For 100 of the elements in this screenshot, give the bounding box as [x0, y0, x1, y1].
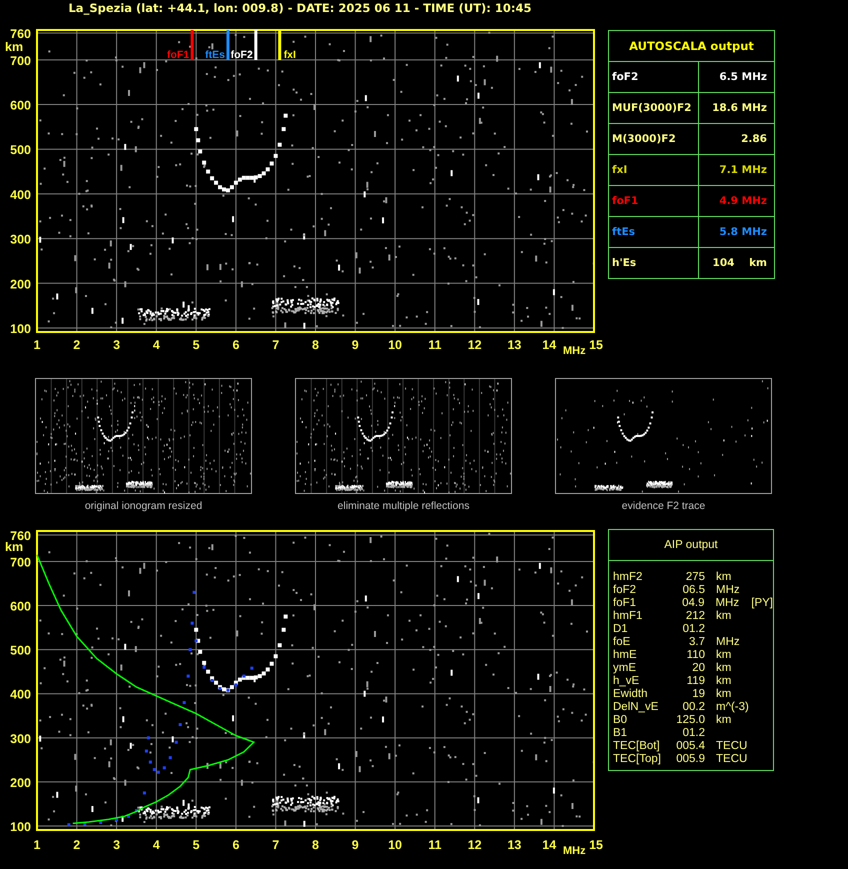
axis-tick-label: 7: [272, 838, 280, 852]
parameter-unit: km: [716, 610, 732, 622]
parameter-name: foF1: [612, 195, 638, 207]
axis-tick-label: 12: [468, 338, 482, 352]
parameter-value: 110: [686, 649, 705, 661]
axis-tick-label: 2: [73, 838, 80, 852]
parameter-value: 04.9: [682, 597, 704, 609]
axis-tick-label: 12: [468, 838, 482, 852]
axis-tick-label: 3: [113, 338, 120, 352]
axis-tick-label: 200: [10, 776, 31, 790]
parameter-name: ymE: [613, 662, 636, 674]
axis-tick-label: 100: [10, 322, 31, 336]
axis-unit-label: MHz: [563, 345, 586, 357]
axis-tick-label: 500: [10, 644, 31, 658]
axis-tick-label: 10: [388, 338, 402, 352]
axis-tick-label: 600: [10, 600, 31, 614]
parameter-name: B1: [613, 727, 628, 739]
axis-tick-label: 700: [10, 555, 31, 570]
axis-tick-label: 300: [10, 232, 31, 247]
axis-tick-label: 600: [10, 98, 31, 113]
axis-unit-label: km: [5, 40, 24, 54]
axis-tick-label: 15: [589, 838, 603, 852]
axis-tick-label: 1: [34, 838, 40, 852]
parameter-value: 4.9 MHz: [719, 195, 767, 207]
ionogram-title: La_Spezia (lat: +44.1, lon: 009.8) - DATE: 2025 06 11 - TIME (UT): 10:45: [67, 0, 533, 17]
axis-tick-label: 11: [428, 838, 442, 852]
parameter-name: Ewidth: [613, 688, 648, 700]
axis-tick-label: 14: [542, 838, 556, 852]
axis-unit-label: km: [5, 540, 24, 554]
flag-label: [PY]: [751, 597, 773, 610]
marker-label: foF2: [230, 49, 253, 61]
parameter-value: 212: [686, 610, 705, 622]
parameter-value: 20: [692, 662, 705, 674]
axis-tick-label: 8: [312, 838, 319, 852]
axis-tick-label: 4: [152, 838, 160, 852]
parameter-unit: MHz: [716, 636, 740, 648]
parameter-name: TEC[Top]: [613, 753, 661, 765]
axis-tick-label: 7: [272, 338, 280, 352]
parameter-unit: m^(-3): [716, 701, 749, 713]
parameter-value: 3.7: [689, 636, 705, 648]
parameter-value: 01.2: [682, 623, 705, 635]
axis-tick-label: 9: [352, 838, 359, 852]
marker-label: ftEs: [205, 49, 225, 61]
parameter-value: 275: [686, 571, 705, 583]
parameter-name: fxI: [612, 164, 628, 176]
parameter-value: 2.86: [741, 133, 767, 145]
parameter-unit: TECU: [716, 740, 748, 752]
axis-tick-label: 400: [10, 688, 31, 702]
axis-tick-label: 500: [10, 143, 31, 158]
parameter-name: B0: [613, 714, 628, 726]
axis-tick-label: 11: [428, 338, 442, 352]
parameter-name: DelN_vE: [613, 701, 658, 713]
axis-tick-label: 6: [232, 338, 240, 352]
axis-tick-label: 400: [10, 188, 31, 202]
parameter-value: 19: [692, 688, 705, 700]
axis-tick-label: 1: [34, 338, 40, 352]
axis-tick-label: 760: [10, 529, 31, 543]
marker-label: foF1: [167, 49, 190, 61]
axis-tick-label: 13: [507, 338, 522, 352]
parameter-value: 7.1 MHz: [719, 164, 767, 176]
parameter-value: 5.8 MHz: [719, 226, 767, 238]
parameter-name: h'Es: [612, 257, 636, 269]
parameter-name: foF2: [612, 71, 638, 83]
axis-tick-label: 300: [10, 732, 31, 746]
thumbnail-caption: evidence F2 trace: [622, 500, 706, 512]
axis-tick-label: 760: [10, 27, 31, 41]
parameter-value: 119: [686, 675, 705, 687]
parameter-name: MUF(3000)F2: [612, 102, 692, 114]
axis-tick-label: 6: [232, 838, 240, 852]
thumbnail-caption: eliminate multiple reflections: [338, 500, 470, 512]
axis-tick-label: 4: [152, 338, 160, 352]
parameter-name: M(3000)F2: [612, 133, 676, 145]
axis-unit-label: MHz: [563, 845, 586, 857]
parameter-unit: km: [716, 675, 732, 687]
axis-tick-label: 2: [73, 338, 80, 352]
parameter-name: h_vE: [613, 675, 640, 687]
parameter-value: 01.2: [682, 727, 705, 739]
parameter-value: 6.5 MHz: [719, 71, 767, 83]
axis-tick-label: 5: [192, 338, 200, 352]
parameter-name: ftEs: [612, 226, 636, 238]
parameter-unit: MHz: [715, 597, 740, 609]
axis-tick-label: 200: [10, 277, 31, 292]
axis-tick-label: 13: [507, 838, 522, 852]
axis-tick-label: 14: [542, 338, 556, 352]
axis-tick-label: 700: [10, 54, 31, 68]
parameter-value: 00.2: [682, 701, 705, 713]
axis-tick-label: 3: [113, 838, 120, 852]
parameter-name: TEC[Bot]: [613, 740, 660, 752]
panel-title: AUTOSCALA output: [609, 31, 774, 62]
axis-tick-label: 8: [312, 338, 319, 352]
parameter-unit: TECU: [716, 753, 748, 765]
parameter-name: foE: [613, 636, 630, 648]
parameter-unit: km: [716, 662, 732, 674]
axis-tick-label: 10: [388, 838, 402, 852]
parameter-name: hmE: [613, 649, 637, 661]
parameter-value: 005.4: [676, 740, 705, 752]
parameter-unit: km: [716, 714, 732, 726]
parameter-unit: km: [716, 649, 732, 661]
parameter-value: 18.6 MHz: [712, 102, 767, 114]
parameter-unit: km: [716, 688, 732, 700]
